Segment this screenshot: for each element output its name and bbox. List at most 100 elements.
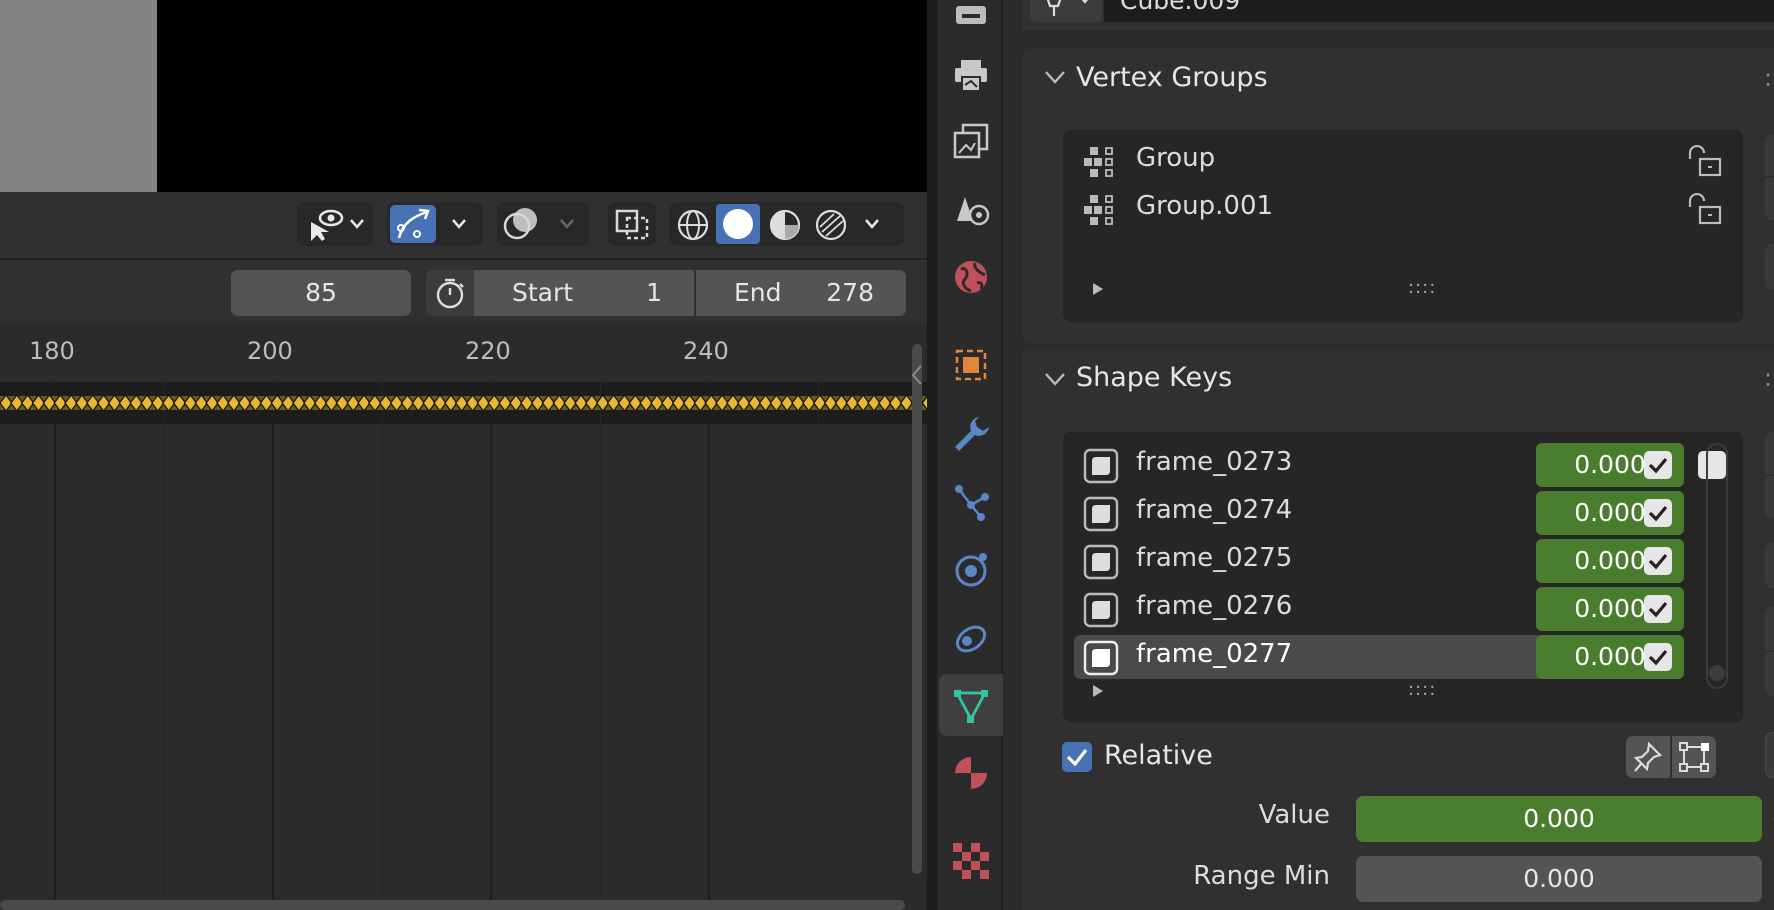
list-item-selected[interactable]: frame_0277 0.000 — [1074, 635, 1684, 679]
properties-editor: Cube.009 Vertex Groups :: Group Group.00… — [1003, 0, 1774, 910]
pin-button[interactable] — [1626, 736, 1670, 778]
edit-mode-shape-button[interactable] — [1672, 736, 1716, 778]
tab-object-data[interactable] — [939, 674, 1003, 736]
chevron-down-icon[interactable] — [1044, 372, 1066, 386]
tab-object[interactable] — [939, 334, 1003, 396]
list-item[interactable]: Group — [1074, 139, 1734, 183]
shape-key-specials-button[interactable] — [1765, 542, 1774, 588]
vertex-group-list[interactable]: Group Group.001 :::: — [1063, 130, 1743, 322]
viewport-camera-view[interactable] — [157, 0, 927, 192]
shape-key-list[interactable]: frame_0273 0.000 frame_0274 0.000 frame_… — [1063, 432, 1743, 722]
checkmark-icon — [1648, 553, 1668, 570]
tab-output-properties[interactable] — [939, 44, 1003, 106]
tab-output[interactable] — [939, 0, 1003, 42]
tab-world[interactable] — [939, 246, 1003, 308]
shape-key-mute-checkbox[interactable] — [1644, 643, 1672, 671]
shape-keys-title[interactable]: Shape Keys — [1076, 362, 1232, 393]
list-item[interactable]: frame_0276 0.000 — [1074, 587, 1684, 631]
shape-key-mute-checkbox[interactable] — [1644, 499, 1672, 527]
printer-icon — [955, 60, 987, 92]
keyframe-summary-row[interactable] — [0, 382, 927, 424]
timeline-vertical-scrollbar[interactable] — [912, 344, 922, 874]
list-item[interactable]: frame_0274 0.000 — [1074, 491, 1684, 535]
relative-checkbox[interactable] — [1062, 742, 1092, 772]
tab-particles[interactable] — [939, 470, 1003, 532]
wireframe-shading-icon[interactable] — [676, 208, 710, 242]
unlock-icon[interactable] — [1686, 193, 1724, 225]
vertex-groups-title[interactable]: Vertex Groups — [1076, 62, 1268, 93]
tab-physics[interactable] — [939, 538, 1003, 600]
vertex-group-icon — [1084, 147, 1113, 177]
checkmark-icon — [1648, 601, 1668, 618]
vertex-group-label: Group — [1136, 143, 1216, 173]
timeline-frame-ruler[interactable]: 180 200 220 240 — [0, 324, 927, 382]
start-frame-field[interactable]: Start 1 — [474, 270, 694, 316]
scrollbar-thumb[interactable] — [1709, 665, 1725, 681]
object-icon — [955, 349, 987, 381]
list-item[interactable]: frame_0273 0.000 — [1074, 443, 1726, 487]
solid-shading-icon — [723, 209, 753, 239]
timeline-horizontal-scrollbar[interactable] — [0, 900, 905, 910]
relative-label[interactable]: Relative — [1104, 740, 1213, 771]
eye-selectable-icon — [311, 209, 344, 241]
list-resize-grip[interactable]: :::: — [1408, 679, 1436, 700]
tab-scene[interactable] — [939, 178, 1003, 240]
range-min-field[interactable]: 0.000 — [1356, 856, 1762, 902]
tab-modifiers[interactable] — [939, 402, 1003, 464]
ruler-tick-label: 200 — [247, 337, 293, 365]
visibility-dropdown[interactable] — [297, 202, 373, 246]
shape-key-mute-checkbox[interactable] — [1644, 451, 1672, 479]
move-shape-key-up-button[interactable] — [1765, 606, 1774, 650]
vertex-group-label: Group.001 — [1136, 191, 1274, 221]
shape-key-icon — [1083, 640, 1119, 676]
panel-drag-handle[interactable]: :: — [1764, 364, 1774, 392]
xray-toggle[interactable] — [608, 202, 656, 246]
object-name-field[interactable]: Cube.009 — [1104, 0, 1774, 22]
current-frame-field[interactable]: 85 — [231, 270, 411, 316]
shape-key-mute-checkbox[interactable] — [1644, 547, 1672, 575]
filter-expand-arrow-icon[interactable] — [1090, 281, 1106, 297]
timeline-grid[interactable] — [0, 424, 927, 910]
mesh-browse-button[interactable] — [1030, 0, 1102, 22]
lightbulb-icon — [1046, 0, 1062, 16]
tab-constraints[interactable] — [939, 606, 1003, 668]
panel-drag-handle[interactable]: :: — [1764, 64, 1774, 92]
xray-icon — [615, 209, 649, 240]
unlock-icon[interactable] — [1686, 145, 1724, 177]
shape-key-list-scrollbar[interactable] — [1706, 443, 1728, 689]
range-min-label: Range Min — [1193, 861, 1330, 891]
object-name-text: Cube.009 — [1120, 0, 1241, 15]
use-preview-range-button[interactable] — [426, 270, 474, 316]
add-vertex-group-button[interactable]: + — [1765, 134, 1774, 176]
chevron-down-icon[interactable] — [1044, 70, 1066, 84]
list-item[interactable]: frame_0275 0.000 — [1074, 539, 1684, 583]
keyframes[interactable] — [0, 382, 927, 424]
collapse-arrow-icon[interactable] — [910, 364, 924, 386]
filter-expand-arrow-icon[interactable] — [1090, 683, 1106, 699]
rendered-shading-icon[interactable] — [814, 208, 848, 242]
tab-view-layer[interactable] — [939, 110, 1003, 172]
list-item[interactable]: Group.001 — [1074, 187, 1734, 231]
tab-texture[interactable] — [939, 830, 1003, 892]
value-slider[interactable]: 0.000 — [1356, 796, 1762, 842]
gizmo-toggle-group[interactable] — [387, 202, 483, 246]
move-shape-key-down-button[interactable] — [1765, 652, 1774, 696]
end-frame-field[interactable]: End 278 — [696, 270, 906, 316]
add-shape-key-button[interactable]: + — [1765, 432, 1774, 474]
shape-key-mute-checkbox[interactable] — [1644, 595, 1672, 623]
vertex-group-specials-button[interactable] — [1765, 244, 1774, 290]
list-resize-grip[interactable]: :::: — [1408, 277, 1436, 298]
clear-shape-key-button[interactable] — [1765, 732, 1774, 778]
solid-shading-button[interactable] — [716, 204, 760, 244]
grid-line — [164, 382, 165, 910]
overlays-dropdown[interactable] — [497, 202, 589, 246]
shading-mode-group[interactable] — [670, 202, 904, 246]
shape-key-icon — [1083, 592, 1119, 628]
particles-icon — [955, 485, 989, 521]
material-preview-icon[interactable] — [768, 208, 802, 242]
grid-line — [54, 382, 56, 910]
remove-vertex-group-button[interactable]: − — [1765, 178, 1774, 220]
remove-shape-key-button[interactable]: − — [1765, 476, 1774, 518]
tab-material[interactable] — [939, 742, 1003, 804]
properties-tab-column — [927, 0, 1003, 910]
